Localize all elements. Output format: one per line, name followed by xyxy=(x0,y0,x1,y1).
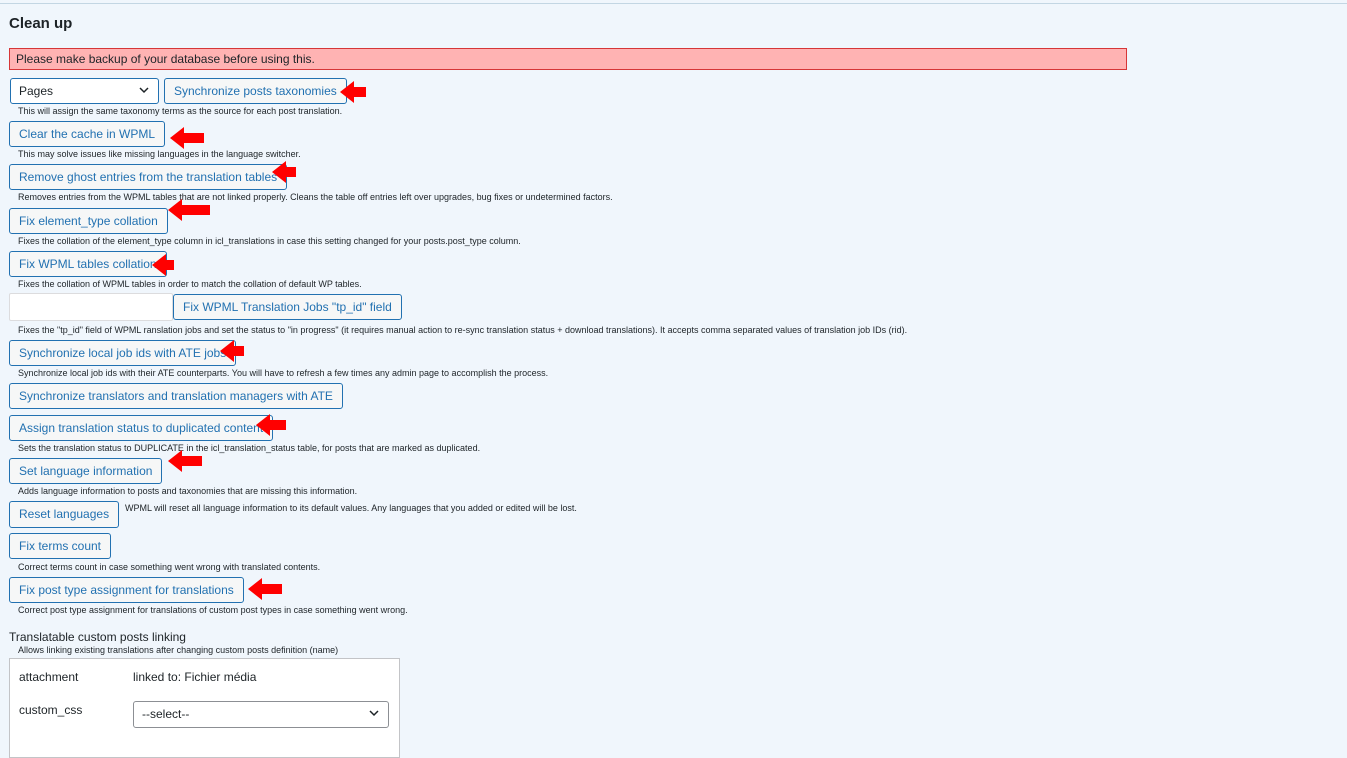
reset-languages-button[interactable]: Reset languages xyxy=(9,501,120,528)
sync-taxonomies-button[interactable]: Synchronize posts taxonomies xyxy=(164,78,347,104)
custom-posts-table: attachment linked to: Fichier média cust… xyxy=(9,658,400,758)
tables-collation-description: Fixes the collation of WPML tables in or… xyxy=(18,279,362,289)
ate-jobs-description: Synchronize local job ids with their ATE… xyxy=(18,368,549,378)
red-arrow-icon xyxy=(168,450,202,472)
tp-id-description: Fixes the "tp_id" field of WPML ranslati… xyxy=(18,325,908,335)
page-title: Clean up xyxy=(9,15,73,32)
custom-posts-linking-title: Translatable custom posts linking xyxy=(9,630,186,644)
tp-id-input[interactable] xyxy=(9,293,173,321)
red-arrow-icon xyxy=(168,199,210,221)
custom-css-name: custom_css xyxy=(19,703,83,717)
sync-ate-jobs-button[interactable]: Synchronize local job ids with ATE jobs xyxy=(9,340,237,366)
attachment-linked: linked to: Fichier média xyxy=(133,670,257,684)
chevron-down-icon xyxy=(369,710,379,717)
red-arrow-icon xyxy=(340,81,366,103)
fix-terms-count-button[interactable]: Fix terms count xyxy=(9,533,112,559)
custom-css-select[interactable]: --select-- xyxy=(133,701,389,728)
fix-tp-id-button[interactable]: Fix WPML Translation Jobs "tp_id" field xyxy=(173,294,402,320)
red-arrow-icon xyxy=(220,340,244,362)
terms-count-description: Correct terms count in case something we… xyxy=(18,562,321,572)
red-arrow-icon xyxy=(170,127,204,149)
ghost-entries-description: Removes entries from the WPML tables tha… xyxy=(18,192,613,202)
backup-warning: Please make backup of your database befo… xyxy=(9,48,1127,70)
red-arrow-icon xyxy=(248,578,282,600)
sync-ate-translators-button[interactable]: Synchronize translators and translation … xyxy=(9,383,343,409)
assign-duplicated-status-button[interactable]: Assign translation status to duplicated … xyxy=(9,415,274,441)
remove-ghost-entries-button[interactable]: Remove ghost entries from the translatio… xyxy=(9,164,288,190)
fix-tables-collation-button[interactable]: Fix WPML tables collation xyxy=(9,251,167,277)
fix-element-type-collation-button[interactable]: Fix element_type collation xyxy=(9,208,168,234)
red-arrow-icon xyxy=(152,254,174,276)
set-language-information-button[interactable]: Set language information xyxy=(9,458,163,484)
top-divider xyxy=(0,3,1347,4)
duplicated-description: Sets the translation status to DUPLICATE… xyxy=(18,443,481,453)
reset-languages-description: WPML will reset all language information… xyxy=(125,503,577,513)
post-type-select-value: Pages xyxy=(19,84,54,98)
red-arrow-icon xyxy=(256,414,286,436)
clear-cache-button[interactable]: Clear the cache in WPML xyxy=(9,121,166,147)
custom-css-select-value: --select-- xyxy=(142,707,190,721)
custom-posts-linking-description: Allows linking existing translations aft… xyxy=(18,645,339,655)
sync-taxonomies-description: This will assign the same taxonomy terms… xyxy=(18,106,343,116)
post-type-description: Correct post type assignment for transla… xyxy=(18,605,408,615)
red-arrow-icon xyxy=(272,161,296,183)
fix-post-type-assignment-button[interactable]: Fix post type assignment for translation… xyxy=(9,577,244,603)
attachment-name: attachment xyxy=(19,670,79,684)
post-type-select[interactable]: Pages xyxy=(10,78,159,104)
language-info-description: Adds language information to posts and t… xyxy=(18,486,358,496)
clear-cache-description: This may solve issues like missing langu… xyxy=(18,149,301,159)
element-type-description: Fixes the collation of the element_type … xyxy=(18,236,521,246)
chevron-down-icon xyxy=(139,87,149,94)
